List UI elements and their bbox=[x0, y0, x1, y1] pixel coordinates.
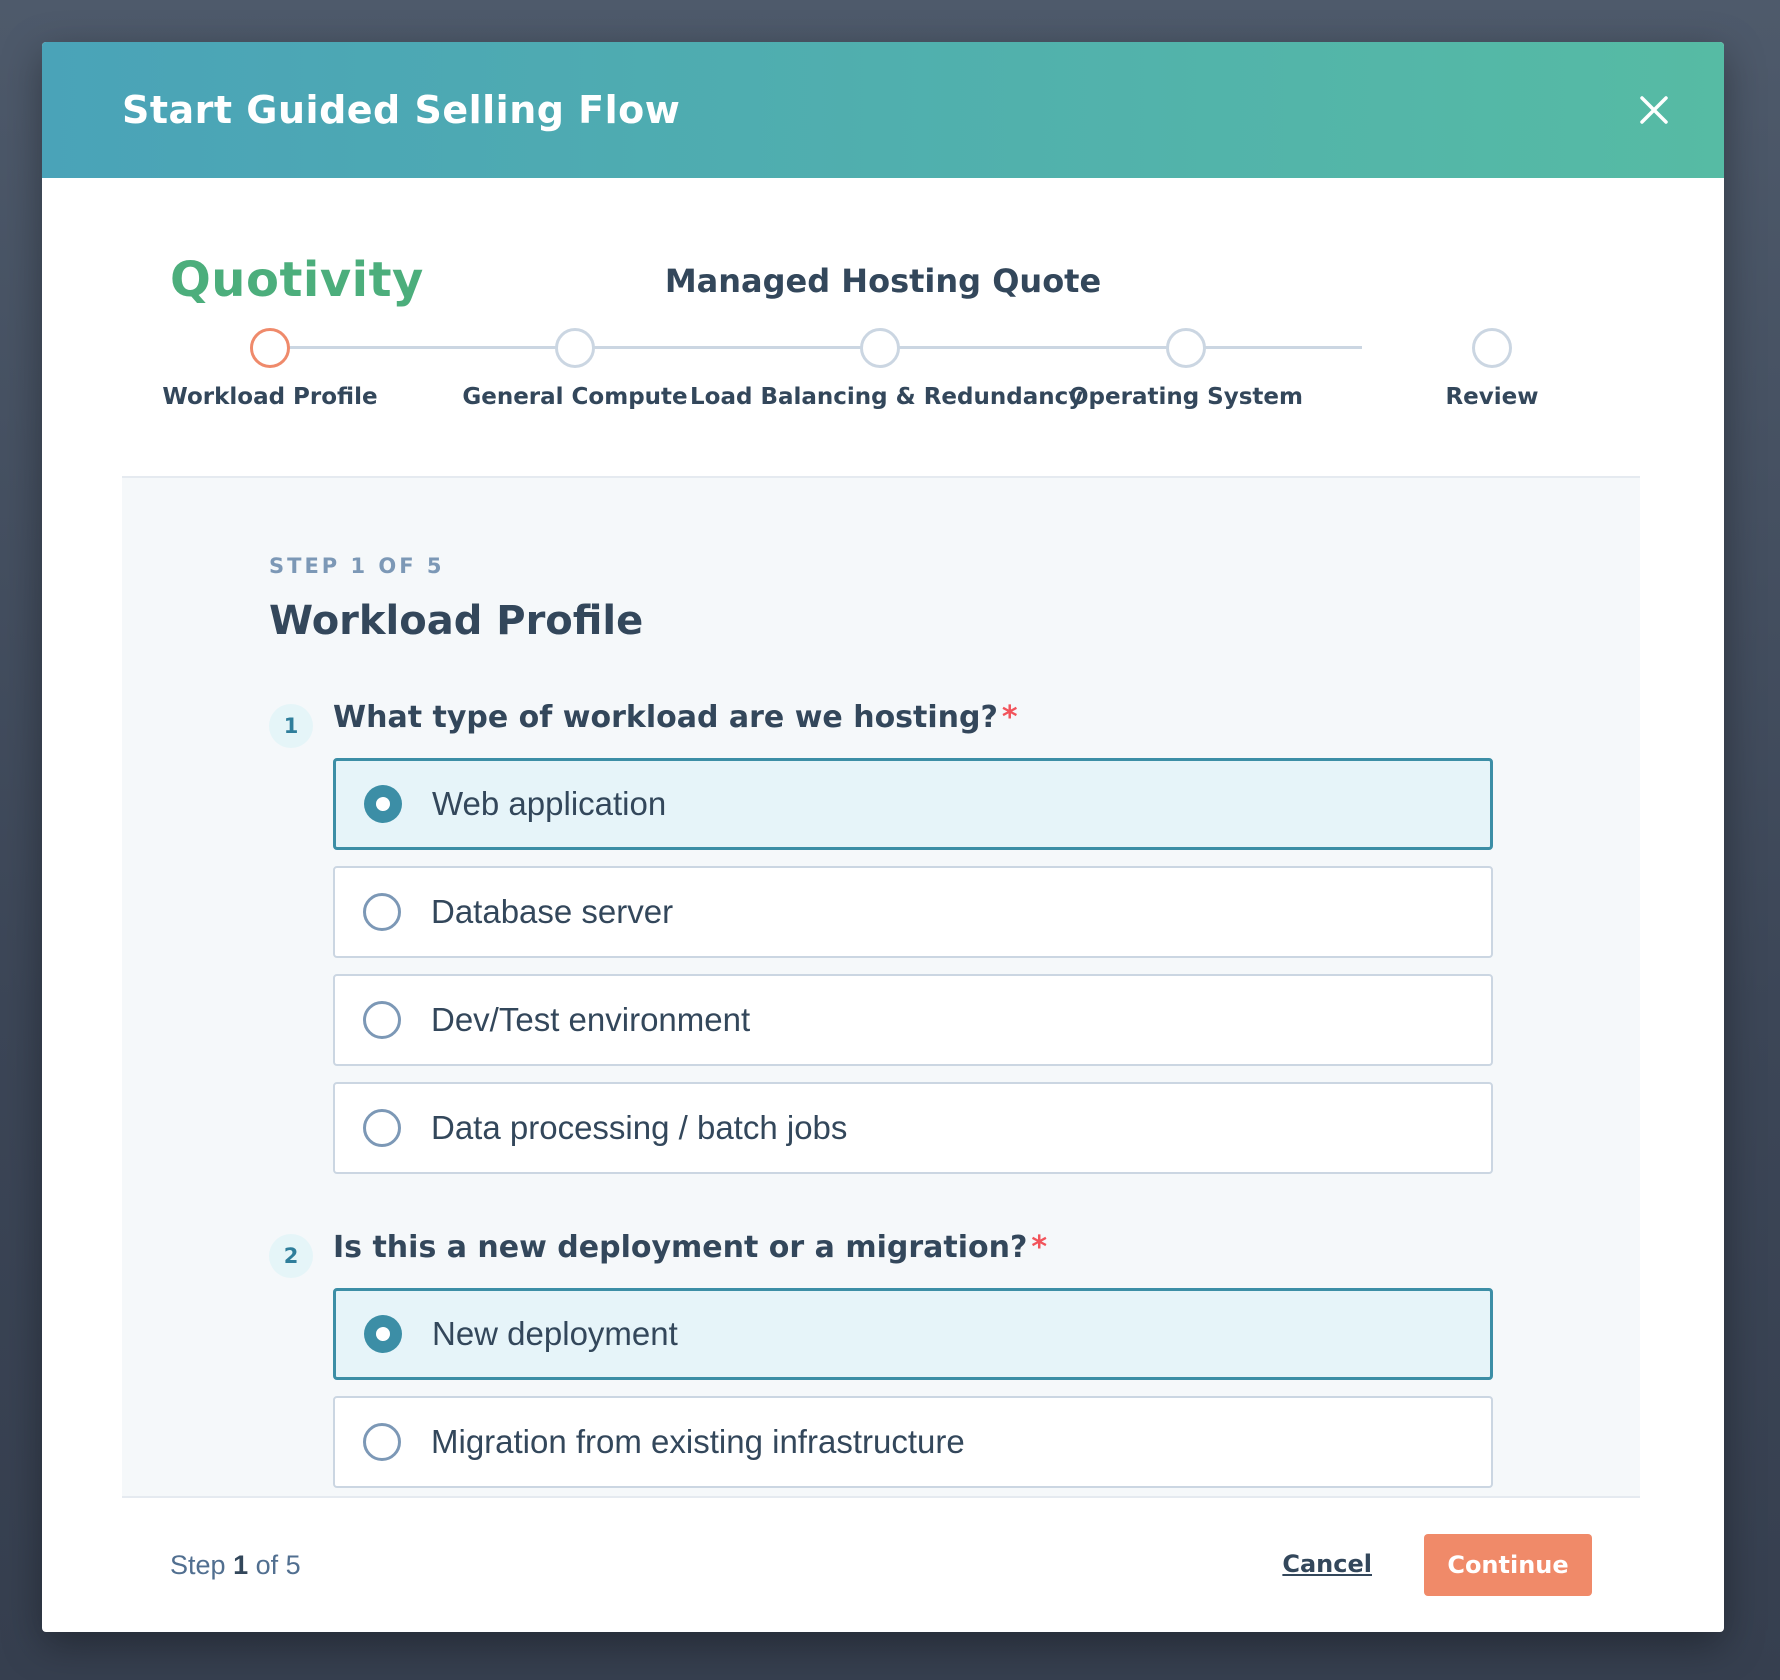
step-dot bbox=[860, 328, 900, 368]
section-title: Workload Profile bbox=[269, 598, 644, 644]
step-eyebrow: STEP 1 OF 5 bbox=[269, 554, 445, 578]
brand-row: Quotivity Managed Hosting Quote bbox=[42, 178, 1724, 328]
required-mark: * bbox=[1001, 700, 1018, 735]
step-dot bbox=[1166, 328, 1206, 368]
step-suffix: of 5 bbox=[255, 1550, 301, 1580]
question-label: What type of workload are we hosting? bbox=[333, 700, 998, 735]
radio-unselected[interactable] bbox=[363, 893, 401, 931]
form-content[interactable]: STEP 1 OF 5 Workload Profile 1 What type… bbox=[122, 476, 1640, 1498]
step-label: Review bbox=[1445, 384, 1539, 410]
step-dot bbox=[250, 328, 290, 368]
option-label: New deployment bbox=[432, 1315, 678, 1352]
option-label: Web application bbox=[432, 785, 667, 822]
modal-title: Start Guided Selling Flow bbox=[122, 88, 681, 132]
guided-selling-modal: Start Guided Selling Flow Quotivity Mana… bbox=[42, 42, 1724, 1632]
step-dot bbox=[555, 328, 595, 368]
step-prefix: Step bbox=[170, 1550, 226, 1580]
option-group: Web application Database server Dev/Test… bbox=[333, 758, 1493, 1190]
question-number: 2 bbox=[269, 1234, 313, 1278]
radio-unselected[interactable] bbox=[363, 1109, 401, 1147]
radio-selected[interactable] bbox=[364, 1315, 402, 1353]
footer-step-indicator: Step 1 of 5 bbox=[170, 1550, 301, 1581]
question-label: Is this a new deployment or a migration? bbox=[333, 1230, 1028, 1265]
modal-footer: Step 1 of 5 Cancel Continue bbox=[42, 1498, 1724, 1632]
step-review[interactable]: Review bbox=[1302, 328, 1682, 410]
radio-unselected[interactable] bbox=[363, 1423, 401, 1461]
quote-title: Managed Hosting Quote bbox=[664, 262, 1102, 300]
close-icon bbox=[1640, 96, 1668, 124]
option-new-deployment[interactable]: New deployment bbox=[333, 1288, 1493, 1380]
step-current: 1 bbox=[233, 1550, 249, 1580]
radio-selected[interactable] bbox=[364, 785, 402, 823]
option-database-server[interactable]: Database server bbox=[333, 866, 1493, 958]
option-group: New deployment Migration from existing i… bbox=[333, 1288, 1493, 1496]
question-number: 1 bbox=[269, 704, 313, 748]
option-web-application[interactable]: Web application bbox=[333, 758, 1493, 850]
cancel-link[interactable]: Cancel bbox=[1282, 1550, 1372, 1578]
option-migration[interactable]: Migration from existing infrastructure bbox=[333, 1396, 1493, 1488]
question-text: Is this a new deployment or a migration?… bbox=[333, 1230, 1047, 1265]
option-label: Database server bbox=[431, 893, 674, 930]
option-label: Migration from existing infrastructure bbox=[431, 1423, 965, 1460]
question-text: What type of workload are we hosting? * bbox=[333, 700, 1018, 735]
continue-button[interactable]: Continue bbox=[1424, 1534, 1592, 1596]
close-button[interactable] bbox=[1634, 90, 1674, 130]
required-mark: * bbox=[1031, 1230, 1048, 1265]
option-label: Data processing / batch jobs bbox=[431, 1109, 848, 1146]
option-data-processing[interactable]: Data processing / batch jobs bbox=[333, 1082, 1493, 1174]
progress-stepper: Workload Profile General Compute Load Ba… bbox=[42, 328, 1724, 498]
modal-header: Start Guided Selling Flow bbox=[42, 42, 1724, 178]
option-label: Dev/Test environment bbox=[431, 1001, 751, 1038]
option-dev-test[interactable]: Dev/Test environment bbox=[333, 974, 1493, 1066]
radio-unselected[interactable] bbox=[363, 1001, 401, 1039]
step-dot bbox=[1472, 328, 1512, 368]
